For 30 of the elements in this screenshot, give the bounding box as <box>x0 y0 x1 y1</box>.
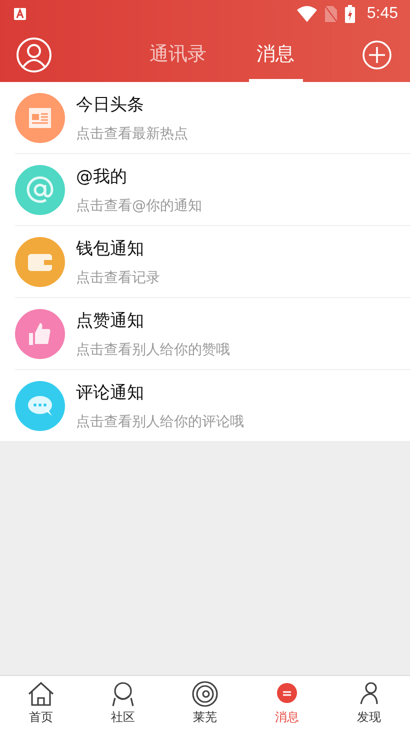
planet-icon <box>191 680 219 708</box>
message-item[interactable]: @我的 点击查看@你的通知 <box>15 153 410 225</box>
app-notification-icon <box>14 8 26 20</box>
nav-tab[interactable]: 发现 <box>328 676 410 730</box>
message-title: 钱包通知 <box>76 238 145 260</box>
message-item[interactable]: 评论通知 点击查看别人给你的评论哦 <box>15 369 410 441</box>
no-sim-icon <box>324 6 337 22</box>
message-item[interactable]: 点赞通知 点击查看别人给你的赞哦 <box>15 297 410 369</box>
profile-icon[interactable] <box>16 37 52 73</box>
message-title: 今日头条 <box>76 94 145 116</box>
message-subtitle: 点击查看@你的通知 <box>76 196 202 214</box>
message-title: 点赞通知 <box>76 310 145 332</box>
nav-tab[interactable]: 社区 <box>82 676 164 730</box>
message-subtitle: 点击查看最新热点 <box>76 124 188 142</box>
wifi-icon <box>296 6 317 22</box>
message-title: 评论通知 <box>76 382 145 404</box>
message-item[interactable]: 今日头条 点击查看最新热点 <box>15 82 410 153</box>
home-icon <box>27 680 55 708</box>
add-icon[interactable] <box>362 40 392 70</box>
nav-tab[interactable]: 莱芜 <box>164 676 246 730</box>
people-icon <box>109 680 137 708</box>
message-item[interactable]: 钱包通知 点击查看记录 <box>15 225 410 297</box>
battery-charging-icon <box>344 5 355 23</box>
message-title: @我的 <box>76 166 128 188</box>
message-subtitle: 点击查看别人给你的评论哦 <box>76 412 244 430</box>
nav-tab[interactable]: 消息 <box>246 676 328 730</box>
nav-tab[interactable]: 首页 <box>0 676 82 730</box>
message-subtitle: 点击查看记录 <box>76 268 160 286</box>
message-subtitle: 点击查看别人给你的赞哦 <box>76 340 230 358</box>
status-time: 5:45 <box>366 5 398 23</box>
